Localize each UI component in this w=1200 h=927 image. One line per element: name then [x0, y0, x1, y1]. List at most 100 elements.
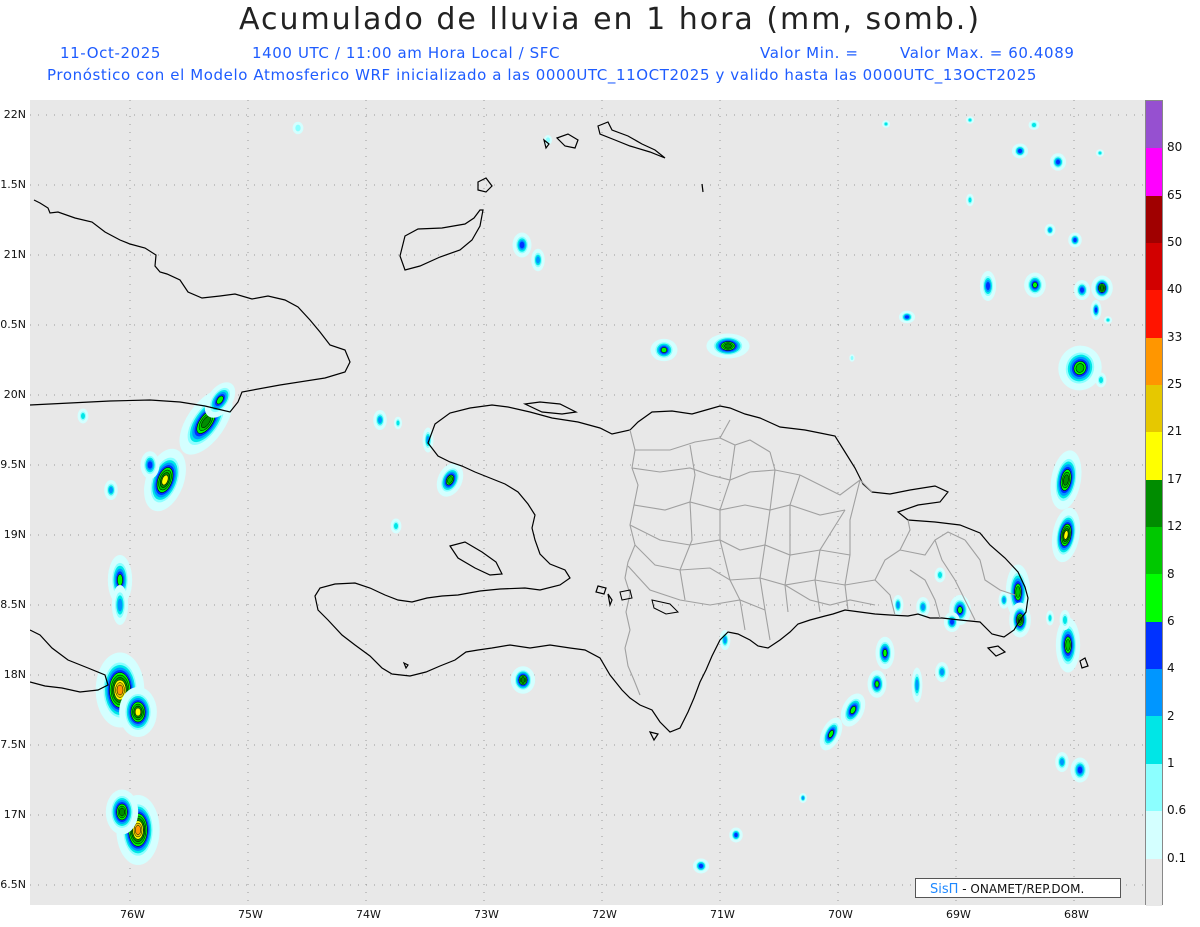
colorbar-segment — [1146, 290, 1162, 338]
rain-cell — [719, 630, 731, 650]
colorbar-label: 65 — [1167, 187, 1183, 202]
rain-cell — [140, 451, 160, 479]
credit-box: SisΠ - ONAMET/REP.DOM. — [915, 878, 1121, 898]
colorbar-label: 1 — [1167, 755, 1175, 770]
colorbar-segment — [1146, 101, 1162, 149]
rain-contour — [1099, 377, 1103, 383]
rain-contour — [724, 343, 732, 349]
lat-tick-label: 18N — [3, 668, 26, 681]
lat-tick-label: 20N — [3, 388, 26, 401]
rain-contour — [940, 668, 944, 676]
rain-cell — [510, 666, 536, 694]
rain-cell — [1103, 316, 1113, 324]
rain-contour — [1098, 151, 1102, 155]
rain-cell — [943, 612, 961, 632]
lat-tick-label: 8.5N — [0, 598, 26, 611]
rain-contour — [1077, 766, 1083, 774]
rain-contour — [378, 416, 382, 424]
rain-contour — [1099, 285, 1105, 291]
rain-cell — [706, 333, 750, 359]
lat-tick-label: 9.5N — [0, 458, 26, 471]
rain-contour — [699, 864, 703, 868]
rain-contour — [536, 256, 540, 264]
colorbar-segment — [1146, 148, 1162, 196]
rain-cell — [390, 518, 402, 534]
rain-contour — [147, 461, 153, 469]
forecast-time: 1400 UTC / 11:00 am Hora Local / SFC — [252, 44, 561, 62]
rain-contour — [968, 197, 972, 203]
rain-cell — [1024, 272, 1046, 298]
rain-contour — [874, 680, 880, 688]
rain-contour — [1106, 318, 1110, 322]
colorbar-label: 6 — [1167, 613, 1175, 628]
colorbar-segment — [1146, 858, 1162, 906]
rain-contour — [1048, 615, 1052, 621]
model-description: Pronóstico con el Modelo Atmosferico WRF… — [47, 66, 1037, 84]
rain-cell — [965, 193, 975, 207]
rain-cell — [111, 585, 129, 625]
rain-cell — [998, 591, 1010, 609]
colorbar-label: 17 — [1167, 471, 1183, 486]
rain-cell — [1090, 300, 1102, 320]
colorbar-label: 0.6 — [1167, 803, 1187, 818]
rain-contour — [896, 601, 900, 609]
rain-contour — [1094, 307, 1098, 313]
colorbar-segment — [1146, 621, 1162, 670]
rain-contour — [119, 807, 125, 817]
lon-tick-label: 72W — [592, 908, 617, 921]
rain-cell — [292, 121, 304, 135]
forecast-date: 11-Oct-2025 — [60, 44, 162, 62]
rain-cell — [1055, 752, 1069, 772]
rain-cell — [934, 567, 946, 583]
rain-cell — [1073, 280, 1091, 300]
rain-cell — [1045, 610, 1055, 626]
rain-cell — [965, 116, 975, 124]
rain-cell — [512, 232, 532, 258]
colorbar-segment — [1146, 763, 1162, 812]
colorbar-segment — [1146, 195, 1162, 244]
colorbar-segment — [1146, 716, 1162, 764]
rain-contour — [905, 315, 909, 319]
colorbar-segment — [1146, 385, 1162, 433]
rainfall-map — [30, 100, 1145, 905]
rain-cell — [1068, 232, 1082, 248]
rain-cell — [1095, 372, 1107, 388]
rain-cell — [898, 310, 916, 324]
rain-cell — [105, 789, 139, 835]
colorbar-segment — [1146, 432, 1162, 480]
rain-contour — [1032, 123, 1036, 127]
lat-tick-label: 22N — [3, 108, 26, 121]
rain-contour — [135, 825, 141, 835]
rain-cell — [1095, 149, 1105, 157]
lat-tick-label: 1.5N — [0, 178, 26, 191]
map-background — [30, 100, 1145, 905]
rain-cell — [692, 858, 710, 874]
rain-contour — [295, 124, 301, 132]
rain-contour — [396, 420, 400, 426]
rain-contour — [1015, 586, 1021, 598]
rain-contour — [882, 649, 888, 657]
valor-min: Valor Min. = — [760, 44, 859, 62]
colorbar-segment — [1146, 243, 1162, 291]
rain-contour — [1080, 287, 1084, 293]
rain-contour — [1048, 228, 1052, 232]
rain-contour — [394, 523, 398, 529]
map-title: Acumulado de lluvia en 1 hora (mm, somb.… — [238, 2, 982, 37]
rain-contour — [117, 598, 123, 612]
rain-cell — [1044, 223, 1056, 237]
rain-contour — [1002, 597, 1006, 603]
rain-cell — [911, 667, 923, 703]
colorbar-segment — [1146, 574, 1162, 622]
colorbar-label: 0.1 — [1167, 850, 1187, 865]
colorbar-label: 25 — [1167, 377, 1183, 392]
rain-contour — [1073, 238, 1077, 242]
colorbar-label: 40 — [1167, 282, 1183, 297]
rain-cell — [935, 662, 949, 682]
rain-contour — [109, 486, 113, 494]
rain-cell — [875, 636, 895, 670]
lon-tick-label: 74W — [356, 908, 381, 921]
lon-tick-label: 71W — [710, 908, 735, 921]
rain-cell — [979, 271, 997, 301]
lat-tick-label: 19N — [3, 528, 26, 541]
rain-contour — [660, 347, 668, 353]
